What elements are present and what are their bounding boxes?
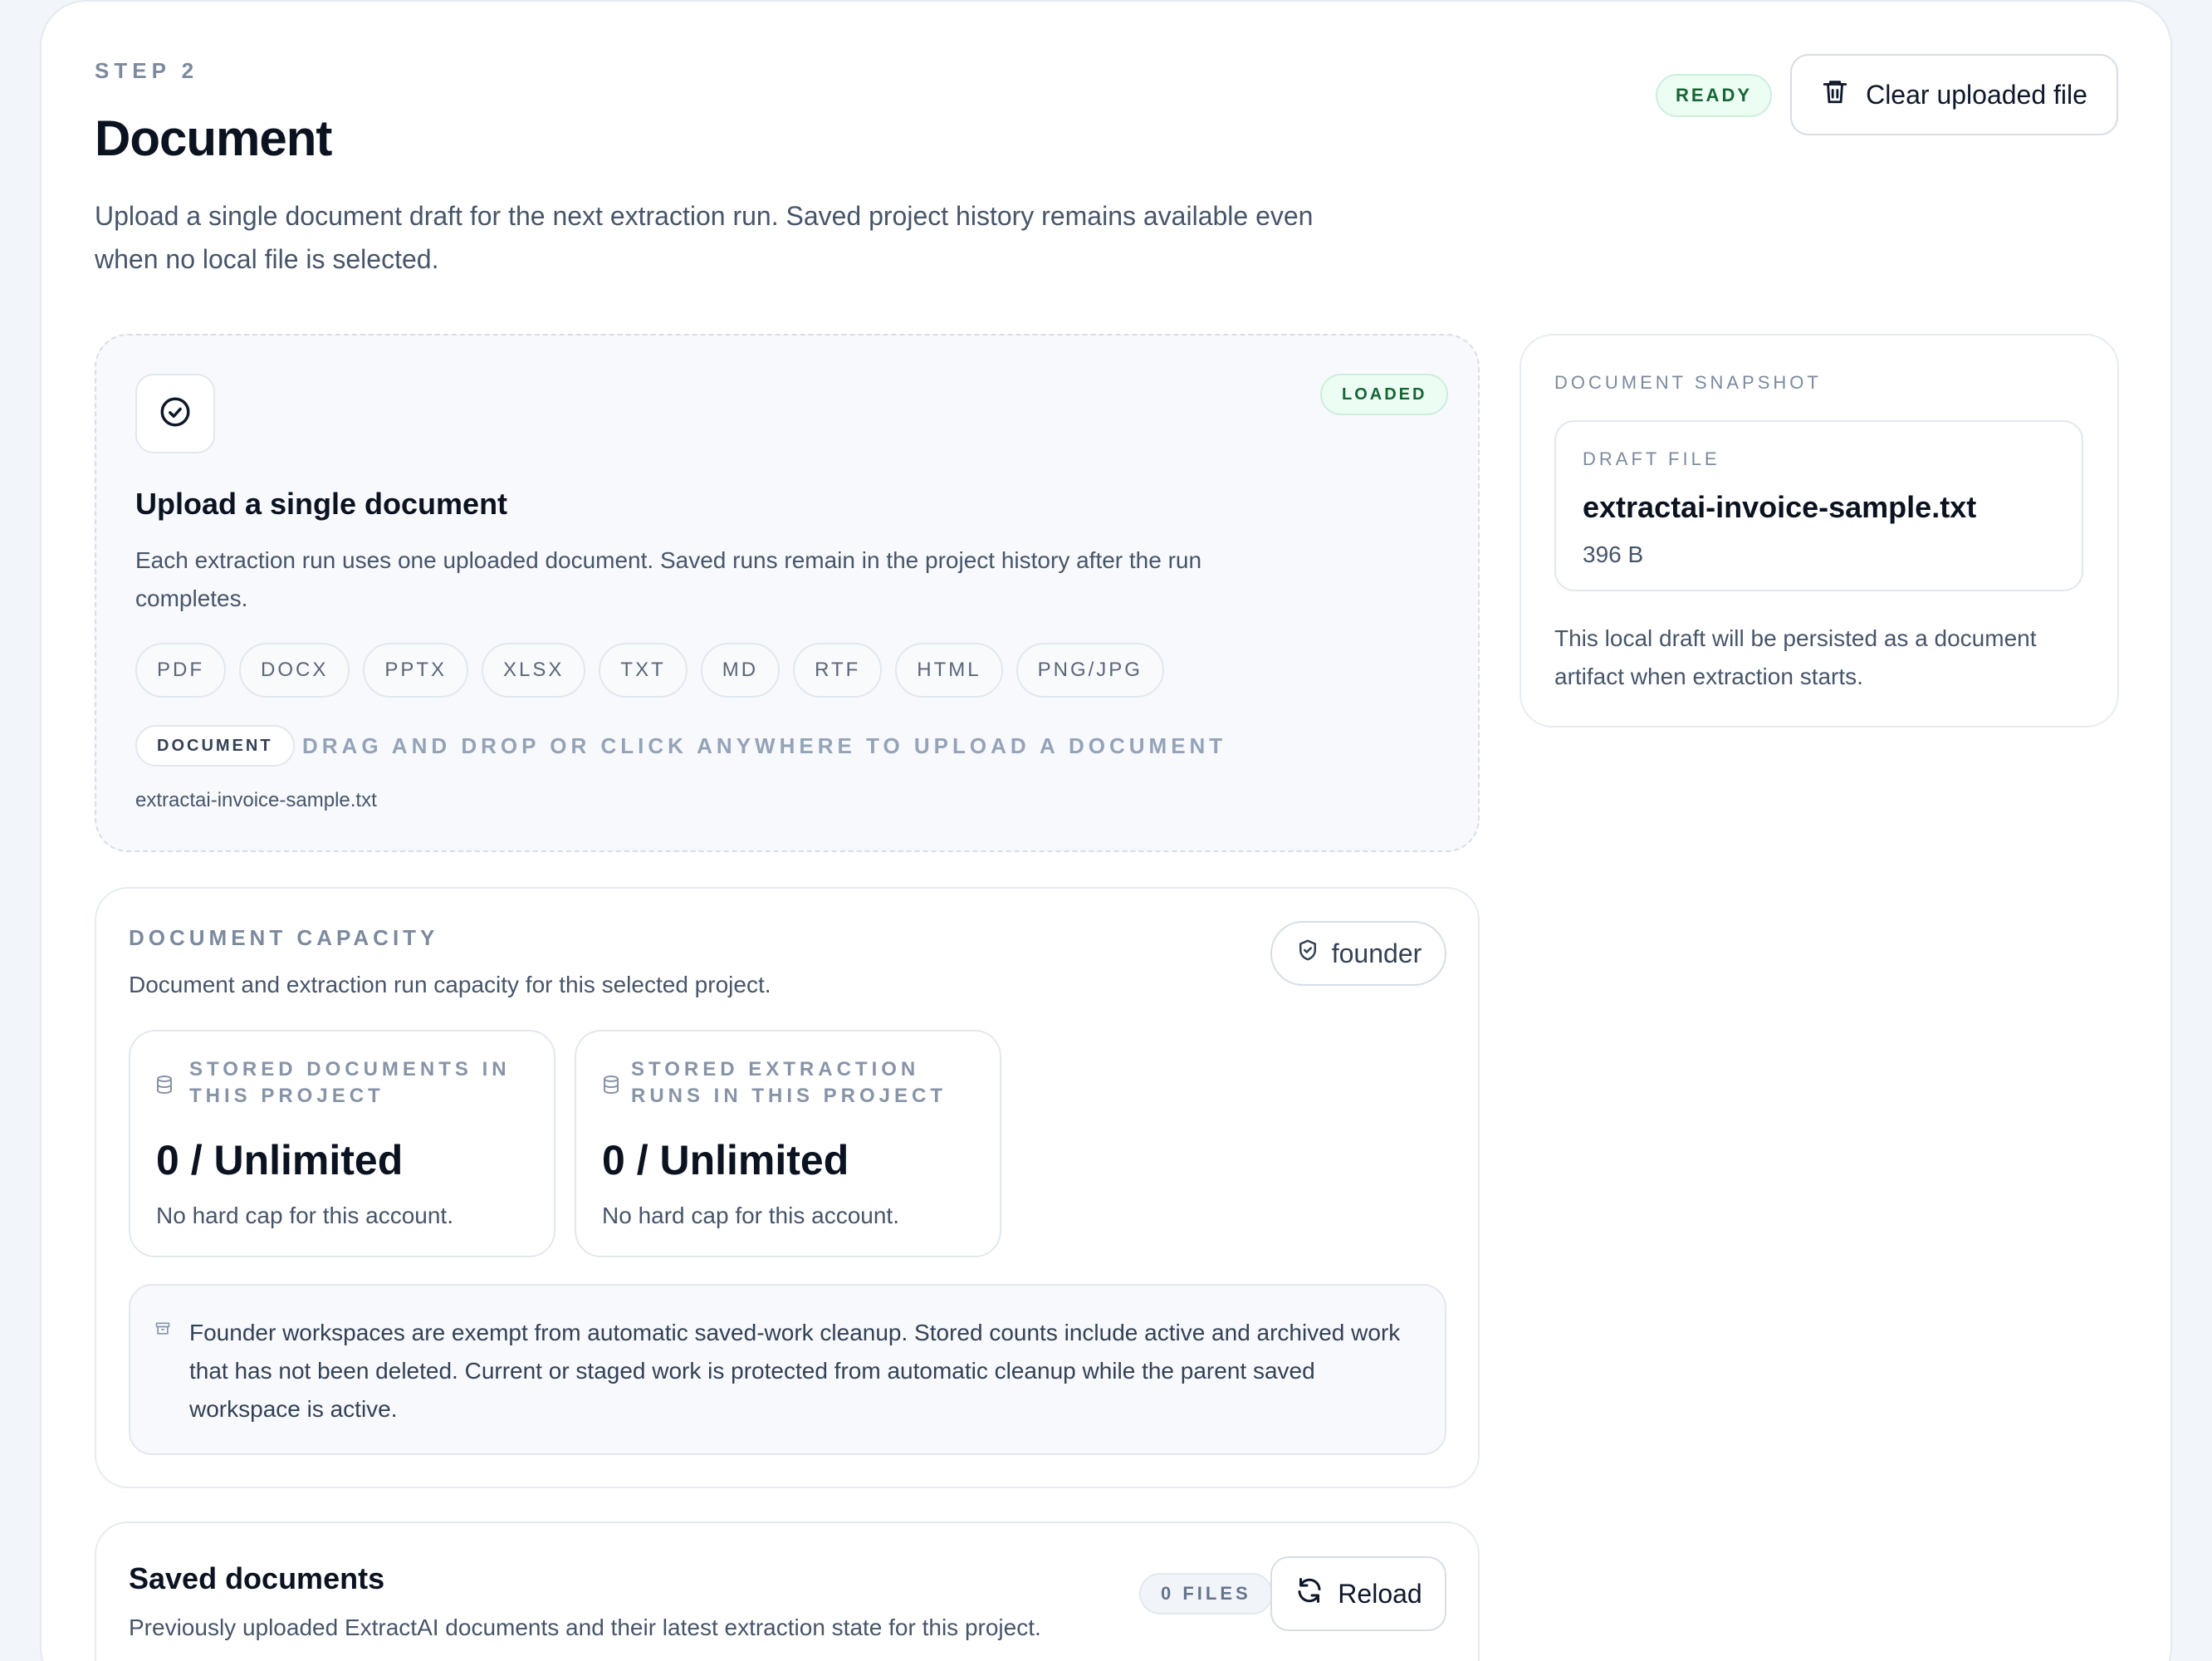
drag-drop-hint[interactable]: DRAG AND DROP OR CLICK ANYWHERE TO UPLOA… bbox=[302, 733, 1226, 759]
capacity-label: DOCUMENT CAPACITY bbox=[129, 925, 439, 950]
saved-documents-title: Saved documents bbox=[129, 1561, 385, 1595]
stat-label: STORED DOCUMENTS IN THIS PROJECT bbox=[189, 1058, 511, 1107]
document-type-chip: DOCUMENT bbox=[135, 725, 295, 767]
capacity-description: Document and extraction run capacity for… bbox=[129, 972, 771, 997]
upload-status-icon-box bbox=[135, 374, 215, 453]
stat-value: 0 / Unlimited bbox=[156, 1137, 404, 1183]
clear-uploaded-file-button[interactable]: Clear uploaded file bbox=[1790, 54, 2118, 135]
page-title: Document bbox=[95, 110, 332, 166]
loaded-status-badge: LOADED bbox=[1320, 374, 1449, 415]
format-chip-png-jpg: PNG/JPG bbox=[1015, 643, 1164, 698]
stat-note: No hard cap for this account. bbox=[602, 1203, 899, 1228]
reload-button[interactable]: Reload bbox=[1270, 1556, 1446, 1631]
founder-role-button[interactable]: founder bbox=[1270, 921, 1446, 986]
trash-icon bbox=[1821, 77, 1849, 112]
founder-label: founder bbox=[1331, 938, 1422, 968]
format-chip-html: HTML bbox=[895, 643, 1003, 698]
format-chip-rtf: RTF bbox=[793, 643, 883, 698]
shield-check-icon bbox=[1295, 938, 1320, 969]
refresh-icon bbox=[1294, 1575, 1324, 1612]
format-chip-txt: TXT bbox=[599, 643, 688, 698]
reload-label: Reload bbox=[1338, 1578, 1422, 1609]
clear-button-label: Clear uploaded file bbox=[1866, 79, 2087, 110]
format-chip-xlsx: XLSX bbox=[482, 643, 586, 698]
page-description: Upload a single document draft for the n… bbox=[95, 201, 1314, 274]
format-chip-md: MD bbox=[700, 643, 781, 698]
format-chip-pptx: PPTX bbox=[363, 643, 469, 698]
ready-status-badge: READY bbox=[1656, 74, 1773, 117]
check-circle-icon bbox=[158, 394, 193, 434]
supported-formats-list: PDF DOCX PPTX XLSX TXT MD RTF HTML PNG/J… bbox=[135, 643, 1164, 698]
archive-icon bbox=[154, 1320, 171, 1337]
format-chip-docx: DOCX bbox=[239, 643, 350, 698]
saved-documents-description: Previously uploaded ExtractAI documents … bbox=[129, 1614, 1041, 1640]
database-icon bbox=[601, 1075, 621, 1095]
stat-label: STORED EXTRACTION RUNS IN THIS PROJECT bbox=[631, 1058, 947, 1107]
cleanup-notice-text: Founder workspaces are exempt from autom… bbox=[189, 1320, 1401, 1422]
upload-title: Upload a single document bbox=[135, 487, 508, 521]
draft-file-name: extractai-invoice-sample.txt bbox=[1583, 490, 1977, 524]
upload-description: Each extraction run uses one uploaded do… bbox=[135, 547, 1202, 611]
uploaded-file-name: extractai-invoice-sample.txt bbox=[135, 789, 377, 811]
stat-note: No hard cap for this account. bbox=[156, 1203, 453, 1228]
draft-file-label: DRAFT FILE bbox=[1583, 448, 1720, 469]
stat-value: 0 / Unlimited bbox=[602, 1137, 849, 1183]
draft-file-size: 396 B bbox=[1583, 541, 1644, 567]
files-count-badge: 0 FILES bbox=[1139, 1573, 1273, 1614]
step-label: STEP 2 bbox=[95, 58, 199, 83]
snapshot-label: DOCUMENT SNAPSHOT bbox=[1554, 372, 1822, 393]
format-chip-pdf: PDF bbox=[135, 643, 226, 698]
database-icon bbox=[154, 1075, 174, 1095]
snapshot-note: This local draft will be persisted as a … bbox=[1554, 625, 2037, 689]
